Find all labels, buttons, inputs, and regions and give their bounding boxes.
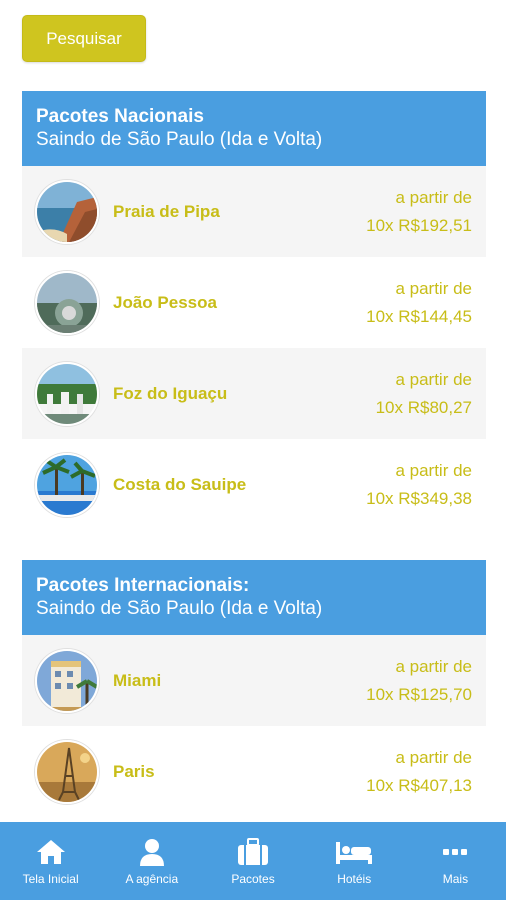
price-block: a partir de 10x R$349,38 [366, 457, 472, 513]
destination-thumbnail [35, 270, 99, 335]
bottom-navigation: Tela Inicial A agência Pacotes Hotéis Ma… [0, 822, 506, 900]
price-block: a partir de 10x R$80,27 [376, 366, 472, 422]
price-block: a partir de 10x R$125,70 [366, 653, 472, 709]
nav-label: A agência [125, 872, 179, 886]
price-block: a partir de 10x R$192,51 [366, 184, 472, 240]
price-block: a partir de 10x R$144,45 [366, 275, 472, 331]
destination-thumbnail [35, 739, 99, 804]
package-row-foz-do-iguacu[interactable]: Foz do Iguaçu a partir de 10x R$80,27 [22, 348, 486, 439]
destination-name: Miami [113, 670, 162, 690]
price-from-label: a partir de [395, 747, 472, 767]
price-value: 10x R$192,51 [366, 215, 472, 235]
nav-label: Mais [442, 872, 469, 886]
nav-label: Pacotes [231, 872, 275, 886]
price-from-label: a partir de [395, 369, 472, 389]
more-icon [440, 838, 470, 866]
user-icon [137, 838, 167, 866]
destination-thumbnail [35, 452, 99, 517]
destination-thumbnail [35, 648, 99, 713]
package-row-paris[interactable]: Paris a partir de 10x R$407,13 [22, 726, 486, 817]
section-title: Pacotes Internacionais: [36, 575, 250, 596]
destination-name: Paris [113, 761, 155, 781]
international-section-header: Pacotes Internacionais: Saindo de São Pa… [22, 560, 486, 635]
nav-tela-inicial[interactable]: Tela Inicial [0, 822, 101, 900]
price-from-label: a partir de [395, 187, 472, 207]
national-packages-section: Pacotes Nacionais Saindo de São Paulo (I… [22, 91, 486, 530]
nav-a-agencia[interactable]: A agência [101, 822, 202, 900]
destination-name: João Pessoa [113, 292, 217, 312]
suitcase-icon [236, 838, 270, 866]
bed-icon [335, 838, 373, 866]
price-value: 10x R$349,38 [366, 488, 472, 508]
destination-name: Praia de Pipa [113, 201, 220, 221]
package-row-miami[interactable]: Miami a partir de 10x R$125,70 [22, 635, 486, 726]
international-packages-section: Pacotes Internacionais: Saindo de São Pa… [22, 560, 486, 817]
nav-label: Hotéis [337, 872, 372, 886]
search-button[interactable]: Pesquisar [22, 15, 146, 62]
destination-name: Foz do Iguaçu [113, 383, 228, 403]
price-value: 10x R$144,45 [366, 306, 472, 326]
price-value: 10x R$407,13 [366, 775, 472, 795]
price-value: 10x R$125,70 [366, 684, 472, 704]
app-screen: Pesquisar Pacotes Nacionais Saindo de Sã… [0, 0, 506, 900]
price-value: 10x R$80,27 [375, 397, 472, 417]
nav-hoteis[interactable]: Hotéis [304, 822, 405, 900]
destination-thumbnail [35, 361, 99, 426]
destination-thumbnail [35, 179, 99, 244]
nav-pacotes[interactable]: Pacotes [202, 822, 303, 900]
destination-name: Costa do Sauipe [113, 474, 247, 494]
price-from-label: a partir de [395, 278, 472, 298]
section-subtitle: Saindo de São Paulo (Ida e Volta) [36, 598, 323, 619]
home-icon [36, 838, 66, 866]
price-from-label: a partir de [395, 460, 472, 480]
price-block: a partir de 10x R$407,13 [366, 744, 472, 800]
price-from-label: a partir de [395, 656, 472, 676]
package-row-praia-de-pipa[interactable]: Praia de Pipa a partir de 10x R$192,51 [22, 166, 486, 257]
nav-mais[interactable]: Mais [405, 822, 506, 900]
nav-label: Tela Inicial [22, 872, 79, 886]
package-row-joao-pessoa[interactable]: João Pessoa a partir de 10x R$144,45 [22, 257, 486, 348]
package-row-costa-do-sauipe[interactable]: Costa do Sauipe a partir de 10x R$349,38 [22, 439, 486, 530]
section-title: Pacotes Nacionais [36, 106, 204, 127]
national-section-header: Pacotes Nacionais Saindo de São Paulo (I… [22, 91, 486, 166]
section-subtitle: Saindo de São Paulo (Ida e Volta) [36, 129, 323, 150]
